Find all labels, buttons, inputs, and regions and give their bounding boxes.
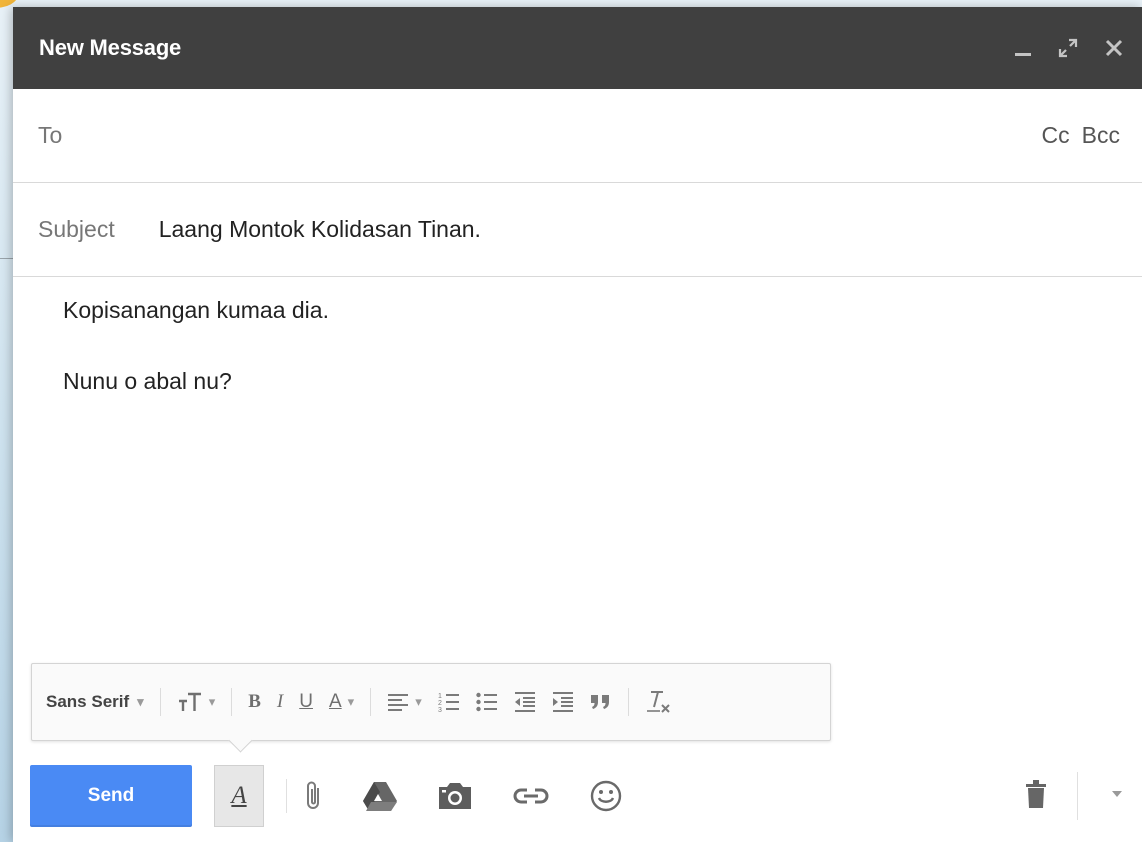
- svg-text:2: 2: [438, 700, 442, 707]
- quote-button[interactable]: [590, 693, 612, 711]
- indent-more-icon: [552, 692, 573, 712]
- trash-icon[interactable]: [1025, 778, 1047, 815]
- align-button[interactable]: ▾: [387, 692, 422, 712]
- bulleted-list-button[interactable]: [476, 691, 498, 713]
- minimize-icon[interactable]: [1014, 38, 1032, 58]
- chevron-down-icon: ▾: [137, 694, 144, 709]
- body-line: Nunu o abal nu?: [63, 368, 232, 394]
- camera-icon[interactable]: [437, 781, 473, 811]
- more-options-icon[interactable]: [1110, 787, 1124, 806]
- subject-input[interactable]: Laang Montok Kolidasan Tinan.: [159, 216, 481, 243]
- cc-bcc-links: Cc Bcc: [1042, 122, 1120, 149]
- compose-titlebar[interactable]: New Message: [13, 7, 1142, 89]
- chevron-down-icon: ▾: [347, 694, 355, 709]
- chevron-down-icon: ▾: [415, 694, 422, 709]
- compose-window: New Message To Cc Bcc Subject Laang Mont…: [13, 7, 1142, 842]
- to-label: To: [38, 122, 63, 148]
- link-icon[interactable]: [513, 786, 549, 806]
- compose-bottom-bar: Send A: [13, 750, 1142, 842]
- bulleted-list-icon: [476, 692, 497, 712]
- toolbar-divider: [159, 688, 161, 716]
- discard-tools: [1025, 772, 1142, 820]
- svg-text:3: 3: [438, 707, 442, 713]
- text-color-label: A: [328, 691, 342, 712]
- subject-label: Subject: [38, 216, 115, 242]
- text-size-icon: [178, 692, 201, 711]
- numbered-list-button[interactable]: 1 2 3: [438, 691, 460, 713]
- formatting-icon: A: [231, 782, 247, 809]
- remove-formatting-icon: [646, 691, 670, 713]
- attachment-tools: [305, 779, 623, 813]
- toolbar-divider: [231, 688, 233, 716]
- toolbar-divider: [627, 688, 629, 716]
- underline-button[interactable]: U: [299, 691, 313, 713]
- indent-less-icon: [514, 692, 535, 712]
- font-family-select[interactable]: Sans Serif ▾: [46, 692, 144, 712]
- indent-less-button[interactable]: [514, 691, 536, 713]
- bottom-divider: [286, 779, 287, 813]
- remove-formatting-button[interactable]: [645, 689, 671, 715]
- bold-button[interactable]: B: [248, 691, 261, 713]
- quote-icon: [590, 695, 609, 709]
- toolbar-divider: [370, 688, 372, 716]
- bcc-link[interactable]: Bcc: [1082, 122, 1120, 149]
- send-button[interactable]: Send: [30, 765, 192, 827]
- font-family-value: Sans Serif: [46, 692, 130, 711]
- drive-icon[interactable]: [363, 781, 397, 811]
- to-row[interactable]: To Cc Bcc: [13, 89, 1142, 183]
- subject-row[interactable]: Subject Laang Montok Kolidasan Tinan.: [13, 183, 1142, 277]
- chevron-down-icon: ▾: [208, 694, 216, 709]
- formatting-options-button[interactable]: A: [214, 765, 264, 827]
- attach-icon[interactable]: [305, 780, 323, 812]
- expand-icon[interactable]: [1058, 38, 1078, 58]
- svg-text:1: 1: [438, 693, 442, 700]
- font-size-button[interactable]: ▾: [177, 691, 216, 713]
- formatting-toolbar: Sans Serif ▾ ▾ B I U A ▾ ▾ 1 2 3: [31, 663, 831, 741]
- align-icon: [388, 694, 409, 711]
- text-color-button[interactable]: A ▾: [329, 691, 354, 713]
- emoji-icon[interactable]: [589, 779, 623, 813]
- italic-button[interactable]: I: [277, 691, 283, 713]
- window-controls: [1014, 38, 1124, 58]
- bottom-divider: [1077, 772, 1078, 820]
- close-icon[interactable]: [1104, 38, 1124, 58]
- cc-link[interactable]: Cc: [1042, 122, 1070, 149]
- numbered-list-icon: 1 2 3: [438, 693, 459, 713]
- compose-title: New Message: [39, 35, 182, 60]
- indent-more-button[interactable]: [552, 691, 574, 713]
- body-line: Kopisanangan kumaa dia.: [63, 297, 329, 323]
